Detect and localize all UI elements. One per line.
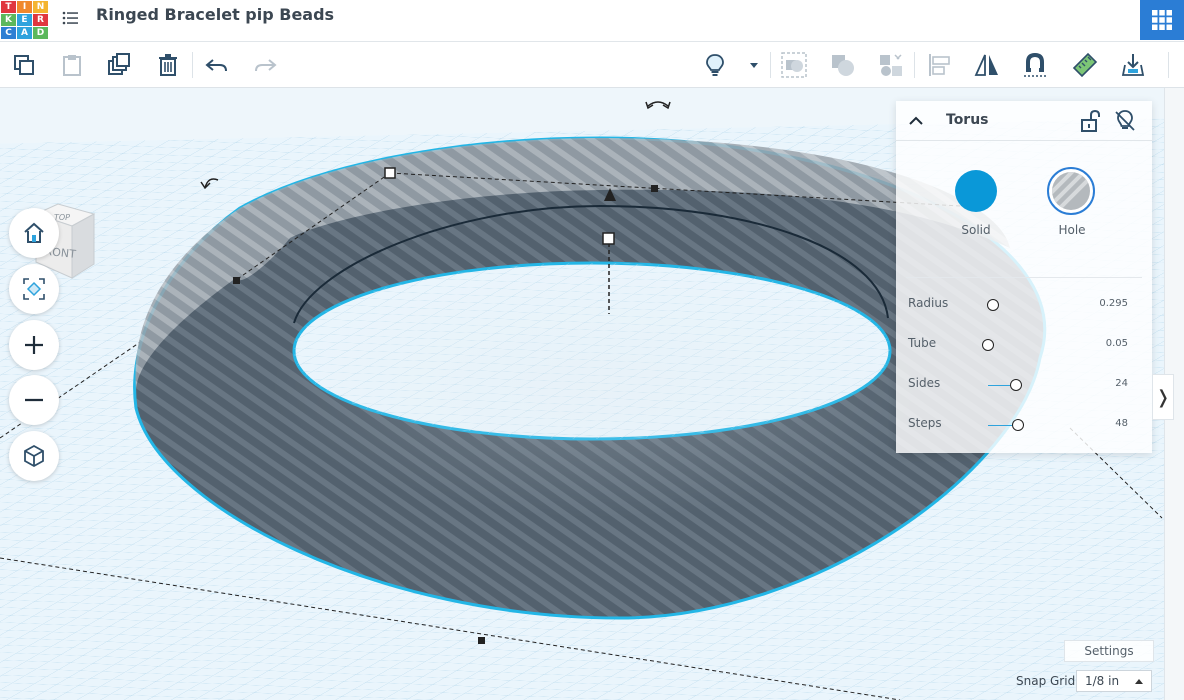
radius-slider-knob[interactable] (987, 299, 999, 311)
list-menu-icon[interactable] (60, 7, 82, 29)
fit-view-button[interactable] (9, 264, 59, 314)
steps-value[interactable]: 48 (1078, 418, 1128, 429)
redo-icon[interactable] (250, 50, 280, 80)
copy-icon[interactable] (9, 50, 39, 80)
hole-icon[interactable] (876, 50, 906, 80)
settings-button[interactable]: Settings (1064, 640, 1154, 662)
inspector-header: Torus (896, 101, 1152, 141)
home-icon (24, 222, 44, 243)
resize-handle[interactable] (478, 637, 485, 644)
logo-letter: D (33, 27, 48, 39)
toolbar-divider (192, 52, 193, 78)
toolbar-divider (914, 52, 915, 78)
mirror-icon[interactable] (972, 50, 1002, 80)
sides-slider-track[interactable] (988, 385, 1010, 386)
chevron-up-icon[interactable] (906, 111, 926, 131)
sides-slider-knob[interactable] (1010, 379, 1022, 391)
viewcube-top-label: TOP (54, 213, 70, 222)
sides-label: Sides (908, 376, 941, 390)
hole-label: Hole (1058, 223, 1086, 237)
cube-icon (24, 444, 44, 468)
shape-inspector-panel: Torus Solid Hole Radius 0.295 Tube 0.05 … (896, 101, 1152, 453)
logo-letter: E (17, 14, 32, 26)
zoom-in-button[interactable] (9, 320, 59, 370)
tube-slider-knob[interactable] (982, 339, 994, 351)
dropdown-caret-icon[interactable] (740, 50, 768, 80)
ruler-icon[interactable] (1070, 50, 1100, 80)
unlock-icon[interactable] (1078, 108, 1104, 134)
perspective-button[interactable] (9, 431, 59, 481)
plus-icon (25, 336, 43, 354)
top-header: T I N K E R C A D Ringed Bracelet pip Be… (0, 0, 1184, 42)
undo-icon[interactable] (202, 50, 232, 80)
fit-view-icon (23, 278, 45, 300)
grid-icon (1152, 10, 1172, 30)
solid-label: Solid (961, 223, 991, 237)
toolbar-divider (1168, 52, 1169, 78)
shape-name: Torus (946, 112, 989, 128)
import-icon[interactable] (1118, 50, 1148, 80)
radius-value[interactable]: 0.295 (1078, 298, 1128, 309)
steps-slider-track[interactable] (988, 425, 1012, 426)
magnet-icon[interactable] (1020, 50, 1050, 80)
apps-grid-button[interactable] (1140, 0, 1184, 40)
paste-icon[interactable] (57, 50, 87, 80)
toolbar-divider (770, 52, 771, 78)
solid-color-swatch[interactable] (955, 170, 997, 212)
logo-letter: N (33, 1, 48, 13)
resize-handle[interactable] (384, 167, 396, 179)
zoom-out-button[interactable] (9, 375, 59, 425)
tinkercad-logo[interactable]: T I N K E R C A D (0, 0, 48, 39)
tube-label: Tube (908, 336, 937, 350)
duplicate-icon[interactable] (104, 50, 134, 80)
radius-label: Radius (908, 296, 949, 310)
steps-label: Steps (908, 416, 942, 430)
ungroup-icon[interactable] (828, 50, 858, 80)
panel-divider (906, 277, 1142, 278)
logo-letter: I (17, 1, 32, 13)
caret-up-icon (1135, 679, 1143, 684)
delete-icon[interactable] (153, 50, 183, 80)
snap-grid-value: 1/8 in (1085, 674, 1120, 688)
steps-slider-knob[interactable] (1012, 419, 1024, 431)
chevron-right-icon[interactable]: ❭ (1152, 374, 1174, 420)
design-title[interactable]: Ringed Bracelet pip Beads (96, 5, 334, 24)
home-view-button[interactable] (9, 208, 59, 258)
resize-handle[interactable] (233, 277, 240, 284)
height-handle[interactable] (602, 232, 615, 245)
tube-value[interactable]: 0.05 (1078, 338, 1128, 349)
align-icon[interactable] (925, 50, 955, 80)
hole-swatch[interactable] (1047, 167, 1095, 215)
logo-letter: T (1, 1, 16, 13)
logo-letter: K (1, 14, 16, 26)
snap-grid-select[interactable]: 1/8 in (1076, 670, 1152, 692)
sides-value[interactable]: 24 (1078, 378, 1128, 389)
hide-lightbulb-icon[interactable] (1112, 108, 1138, 134)
group-icon[interactable] (779, 50, 809, 80)
main-toolbar (0, 42, 1184, 88)
lightbulb-icon[interactable] (700, 50, 730, 80)
logo-letter: R (33, 14, 48, 26)
minus-icon (25, 398, 43, 402)
logo-letter: A (17, 27, 32, 39)
hole-stripes-icon (1052, 172, 1090, 210)
resize-handle[interactable] (651, 185, 658, 192)
snap-grid-label: Snap Grid (1016, 674, 1076, 688)
logo-letter: C (1, 27, 16, 39)
